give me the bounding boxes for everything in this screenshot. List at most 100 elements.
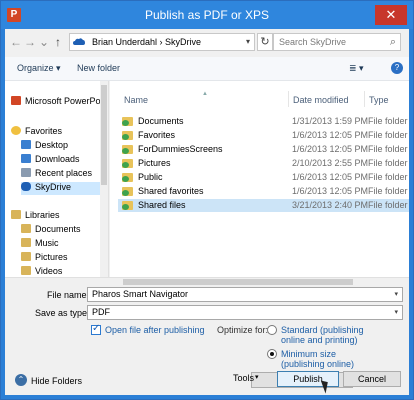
chevron-down-icon[interactable]: ▾ — [394, 290, 398, 298]
up-arrow-icon[interactable]: ↑ — [51, 35, 65, 49]
file-name: Public — [138, 172, 163, 182]
nav-item-desktop[interactable]: Desktop — [21, 140, 103, 153]
help-icon[interactable]: ? — [391, 62, 403, 74]
star-icon — [11, 126, 21, 135]
search-icon: ⌕ — [389, 36, 396, 48]
open-after-checkbox[interactable] — [91, 323, 101, 335]
nav-item-music[interactable]: Music — [21, 238, 103, 251]
command-toolbar: Organize ▾ New folder ≣ ▾ ? — [5, 57, 409, 81]
nav-label: Downloads — [35, 154, 80, 164]
view-options-icon[interactable]: ≣ ▾ — [349, 63, 364, 74]
standard-radio[interactable] — [267, 325, 277, 335]
folder-icon — [122, 159, 133, 168]
nav-item-favorites[interactable]: Favorites — [11, 126, 103, 139]
nav-item-videos[interactable]: Videos — [21, 266, 103, 277]
chevron-down-icon[interactable]: ▾ — [246, 37, 250, 46]
folder-icon — [122, 117, 133, 126]
nav-item-documents[interactable]: Documents — [21, 224, 103, 237]
documents-icon — [21, 224, 31, 233]
nav-label: Pictures — [35, 252, 68, 262]
column-divider[interactable] — [364, 91, 365, 107]
optimize-label: Optimize for: — [217, 325, 269, 335]
dialog-body: ← → ⌄ ↑ Brian Underdahl › SkyDrive ▾ ↻ S… — [5, 29, 409, 395]
file-row[interactable]: Documents 1/31/2013 1:59 PM File folder — [118, 115, 409, 128]
tools-button[interactable]: Tools — [233, 373, 254, 383]
file-row[interactable]: Pictures 2/10/2013 2:55 PM File folder — [118, 157, 409, 170]
nav-label: Videos — [35, 266, 63, 276]
file-type: File folder — [368, 158, 408, 168]
address-bar[interactable]: Brian Underdahl › SkyDrive ▾ — [69, 33, 255, 51]
file-row[interactable]: Shared favorites 1/6/2013 12:05 PM File fo… — [118, 185, 409, 198]
videos-icon — [21, 266, 31, 275]
chevron-down-icon[interactable]: ▾ — [255, 373, 259, 381]
nav-label: Favorites — [25, 126, 63, 136]
nav-scrollbar[interactable] — [100, 81, 108, 277]
refresh-icon[interactable]: ↻ — [257, 33, 273, 51]
chevron-up-icon[interactable]: ⌃ — [15, 374, 27, 386]
dialog-title: Publish as PDF or XPS — [144, 8, 270, 22]
nav-item-skydrive[interactable]: SkyDrive — [21, 182, 103, 195]
recent-places-icon — [21, 168, 31, 177]
nav-label: Libraries — [25, 210, 60, 220]
nav-scroll-thumb[interactable] — [101, 85, 107, 185]
file-row[interactable]: Shared files 3/21/2013 2:40 PM File folder — [118, 199, 409, 212]
file-date: 2/10/2013 2:55 PM — [292, 158, 369, 168]
close-button[interactable]: ✕ — [375, 5, 407, 25]
nav-item-pictures[interactable]: Pictures — [21, 252, 103, 265]
libraries-icon — [11, 210, 21, 219]
save-type-label: Save as type: — [35, 308, 90, 318]
column-header-date[interactable]: Date modified — [293, 95, 349, 105]
title-bar: P Publish as PDF or XPS ✕ — [1, 1, 413, 29]
organize-button[interactable]: Organize ▾ — [17, 63, 61, 74]
publish-button[interactable]: Publish — [277, 371, 339, 387]
file-name: Pictures — [138, 158, 171, 168]
file-row[interactable]: ForDummiesScreens 1/6/2013 12:05 PM File f… — [118, 143, 409, 156]
nav-item-downloads[interactable]: Downloads — [21, 154, 103, 167]
nav-label: Documents — [35, 224, 81, 234]
save-type-select[interactable]: PDF ▾ — [87, 305, 403, 320]
standard-label-line2[interactable]: online and printing) — [281, 335, 358, 345]
standard-label[interactable]: Standard (publishing — [281, 325, 364, 335]
file-row[interactable]: Favorites 1/6/2013 12:05 PM File folder — [118, 129, 409, 142]
column-header-name[interactable]: Name — [124, 95, 148, 105]
forward-arrow-icon[interactable]: → — [23, 35, 37, 49]
horizontal-scrollbar[interactable] — [5, 277, 409, 285]
file-date: 3/21/2013 2:40 PM — [292, 200, 369, 210]
minimum-size-radio[interactable] — [267, 349, 277, 359]
folder-icon — [122, 131, 133, 140]
file-name-value: Pharos Smart Navigator — [92, 289, 189, 299]
navigation-pane: Microsoft PowerPoint Favorites Desktop D… — [5, 81, 109, 277]
address-path: Brian Underdahl › SkyDrive — [92, 37, 202, 47]
folder-icon — [122, 145, 133, 154]
music-icon — [21, 238, 31, 247]
folder-icon — [122, 201, 133, 210]
file-row[interactable]: Public 1/6/2013 12:05 PM File folder — [118, 171, 409, 184]
nav-item-powerpoint[interactable]: Microsoft PowerPoint — [11, 96, 103, 109]
search-input[interactable]: Search SkyDrive ⌕ — [273, 33, 401, 51]
back-arrow-icon[interactable]: ← — [9, 35, 23, 49]
file-name-label: File name: — [47, 290, 90, 300]
file-name: Shared files — [138, 200, 186, 210]
desktop-icon — [21, 140, 31, 149]
nav-label: Microsoft PowerPoint — [25, 96, 103, 106]
publish-dialog: P Publish as PDF or XPS ✕ ← → ⌄ ↑ Brian … — [0, 0, 414, 400]
folder-icon — [122, 173, 133, 182]
file-name-field[interactable]: Pharos Smart Navigator ▾ — [87, 287, 403, 302]
recent-locations-icon[interactable]: ⌄ — [37, 35, 51, 49]
nav-item-libraries[interactable]: Libraries — [11, 210, 103, 223]
new-folder-button[interactable]: New folder — [77, 63, 120, 73]
nav-label: Desktop — [35, 140, 69, 150]
column-header-type[interactable]: Type — [369, 95, 389, 105]
powerpoint-small-icon — [11, 96, 21, 105]
cancel-button[interactable]: Cancel — [343, 371, 401, 387]
column-divider[interactable] — [288, 91, 289, 107]
nav-item-recent-places[interactable]: Recent places — [21, 168, 103, 181]
minimum-size-label-line2[interactable]: (publishing online) — [281, 359, 354, 369]
minimum-size-label[interactable]: Minimum size — [281, 349, 336, 359]
file-name: Favorites — [138, 130, 176, 140]
hide-folders-button[interactable]: Hide Folders — [31, 376, 82, 386]
file-list: ▲ Name Date modified Type Documents 1/31/… — [110, 81, 409, 277]
chevron-down-icon[interactable]: ▾ — [394, 308, 398, 316]
open-after-label[interactable]: Open file after publishing — [105, 325, 205, 335]
file-date: 1/31/2013 1:59 PM — [292, 116, 369, 126]
